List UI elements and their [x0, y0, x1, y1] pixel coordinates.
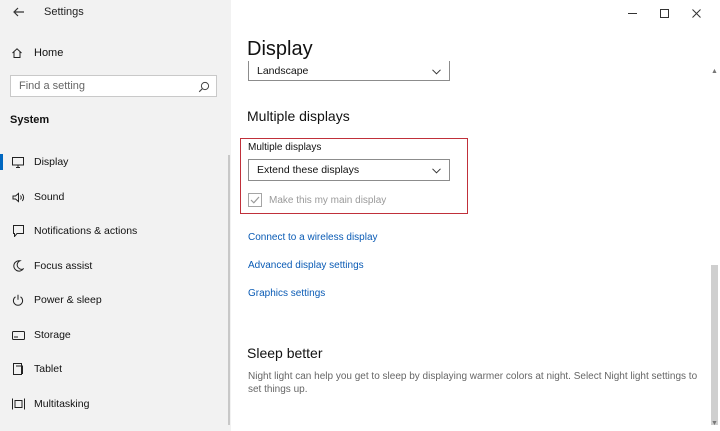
home-icon: [10, 47, 24, 59]
checkmark-icon: [250, 196, 260, 204]
sidebar: Settings Home System Display Sound Notif…: [0, 0, 231, 431]
monitor-icon: [11, 156, 25, 168]
main-display-checkbox-row[interactable]: Make this my main display: [248, 193, 386, 207]
sidebar-item-label: Power & sleep: [34, 294, 102, 306]
back-button[interactable]: [8, 2, 30, 22]
multiple-displays-dropdown[interactable]: Extend these displays: [248, 159, 450, 181]
main-display-checkbox-label: Make this my main display: [269, 194, 387, 206]
sidebar-item-label: Tablet: [34, 363, 63, 375]
maximize-icon: [659, 8, 669, 18]
scrollbar-thumb[interactable]: [711, 265, 718, 425]
tablet-icon: [11, 363, 25, 375]
connect-wireless-display-link[interactable]: Connect to a wireless display: [248, 232, 378, 243]
main-scrollbar[interactable]: ▲ ▼: [709, 60, 720, 431]
sleep-better-description: Night light can help you get to sleep by…: [248, 371, 698, 395]
sidebar-item-focus-assist[interactable]: Focus assist: [0, 254, 231, 278]
minimize-button[interactable]: [616, 4, 648, 22]
sidebar-item-label: Notifications & actions: [34, 225, 138, 237]
multiple-displays-value: Extend these displays: [257, 164, 360, 176]
search-box[interactable]: [10, 75, 217, 97]
window-title: Settings: [44, 6, 84, 18]
sidebar-item-notifications[interactable]: Notifications & actions: [0, 219, 231, 243]
storage-icon: [11, 330, 25, 340]
maximize-button[interactable]: [648, 4, 680, 22]
notification-icon: [11, 225, 25, 237]
sidebar-item-label: Multitasking: [34, 398, 90, 410]
scroll-down-icon[interactable]: ▼: [711, 420, 718, 427]
sidebar-item-label: Storage: [34, 329, 71, 341]
multiple-displays-label: Multiple displays: [248, 142, 322, 153]
sidebar-item-power-sleep[interactable]: Power & sleep: [0, 288, 231, 312]
close-button[interactable]: [680, 4, 712, 22]
power-icon: [11, 294, 25, 306]
minimize-icon: [627, 12, 637, 14]
sidebar-item-label: Sound: [34, 191, 65, 203]
close-icon: [691, 8, 701, 18]
scroll-up-icon[interactable]: ▲: [711, 68, 718, 75]
multiple-displays-heading: Multiple displays: [247, 108, 350, 124]
orientation-dropdown[interactable]: Landscape: [248, 61, 450, 81]
page-title: Display: [247, 38, 313, 60]
advanced-display-settings-link[interactable]: Advanced display settings: [248, 260, 364, 271]
chevron-down-icon: [432, 66, 441, 78]
sidebar-item-multitasking[interactable]: Multitasking: [0, 392, 231, 416]
search-input[interactable]: [11, 79, 201, 93]
speaker-icon: [11, 191, 25, 203]
section-label: System: [10, 114, 50, 126]
sidebar-item-label: Home: [34, 47, 64, 59]
graphics-settings-link[interactable]: Graphics settings: [248, 288, 325, 299]
orientation-value: Landscape: [257, 64, 309, 77]
back-arrow-icon: [13, 7, 24, 17]
sleep-better-heading: Sleep better: [247, 345, 323, 361]
sidebar-item-storage[interactable]: Storage: [0, 323, 231, 347]
moon-icon: [11, 260, 25, 272]
sidebar-item-label: Display: [34, 156, 69, 168]
sidebar-scrollbar[interactable]: [228, 155, 230, 425]
sidebar-item-display[interactable]: Display: [0, 150, 231, 174]
sidebar-item-sound[interactable]: Sound: [0, 185, 231, 209]
sidebar-item-tablet[interactable]: Tablet: [0, 357, 231, 381]
chevron-down-icon: [432, 165, 441, 177]
sidebar-item-label: Focus assist: [34, 260, 93, 272]
main-display-checkbox[interactable]: [248, 193, 262, 207]
search-icon[interactable]: [198, 80, 210, 98]
sidebar-item-home[interactable]: Home: [10, 44, 63, 62]
window-controls: [616, 4, 712, 22]
multitasking-icon: [11, 398, 25, 410]
